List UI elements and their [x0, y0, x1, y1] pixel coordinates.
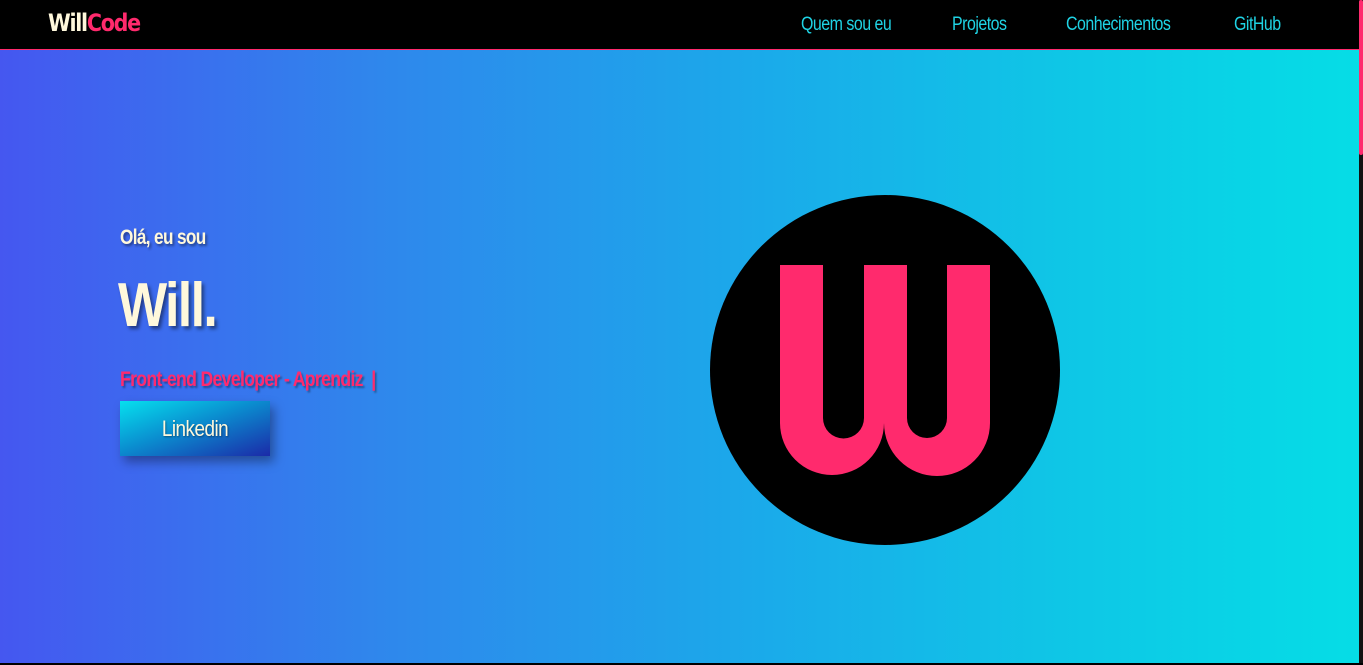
linkedin-button-label: Linkedin — [161, 416, 229, 441]
w-monogram-icon — [710, 195, 1060, 545]
top-navbar: WillCode Quem sou eu Projetos Conhecimen… — [0, 0, 1359, 50]
hero-greeting: Olá, eu sou — [120, 226, 206, 249]
hero-role-text: Front-end Developer - Aprendiz — [120, 368, 363, 391]
nav-links: Quem sou eu Projetos Conhecimentos GitHu… — [0, 14, 1359, 38]
hero-section: Olá, eu sou Will. Front-end Developer - … — [0, 50, 1359, 663]
page-scrollbar[interactable] — [1359, 0, 1363, 665]
scrollbar-thumb[interactable] — [1359, 0, 1363, 155]
w-monogram-svg — [780, 265, 990, 477]
nav-link-github[interactable]: GitHub — [1234, 14, 1281, 36]
typing-cursor: | — [371, 368, 376, 391]
nav-link-projetos[interactable]: Projetos — [952, 14, 1007, 36]
nav-link-conhecimentos[interactable]: Conhecimentos — [1066, 14, 1171, 36]
nav-link-quem-sou-eu[interactable]: Quem sou eu — [801, 14, 892, 36]
hero-name: Will. — [118, 271, 218, 340]
w-letter-shape — [780, 265, 990, 477]
hero-role: Front-end Developer - Aprendiz | — [120, 368, 376, 392]
linkedin-button[interactable]: Linkedin — [120, 401, 270, 456]
